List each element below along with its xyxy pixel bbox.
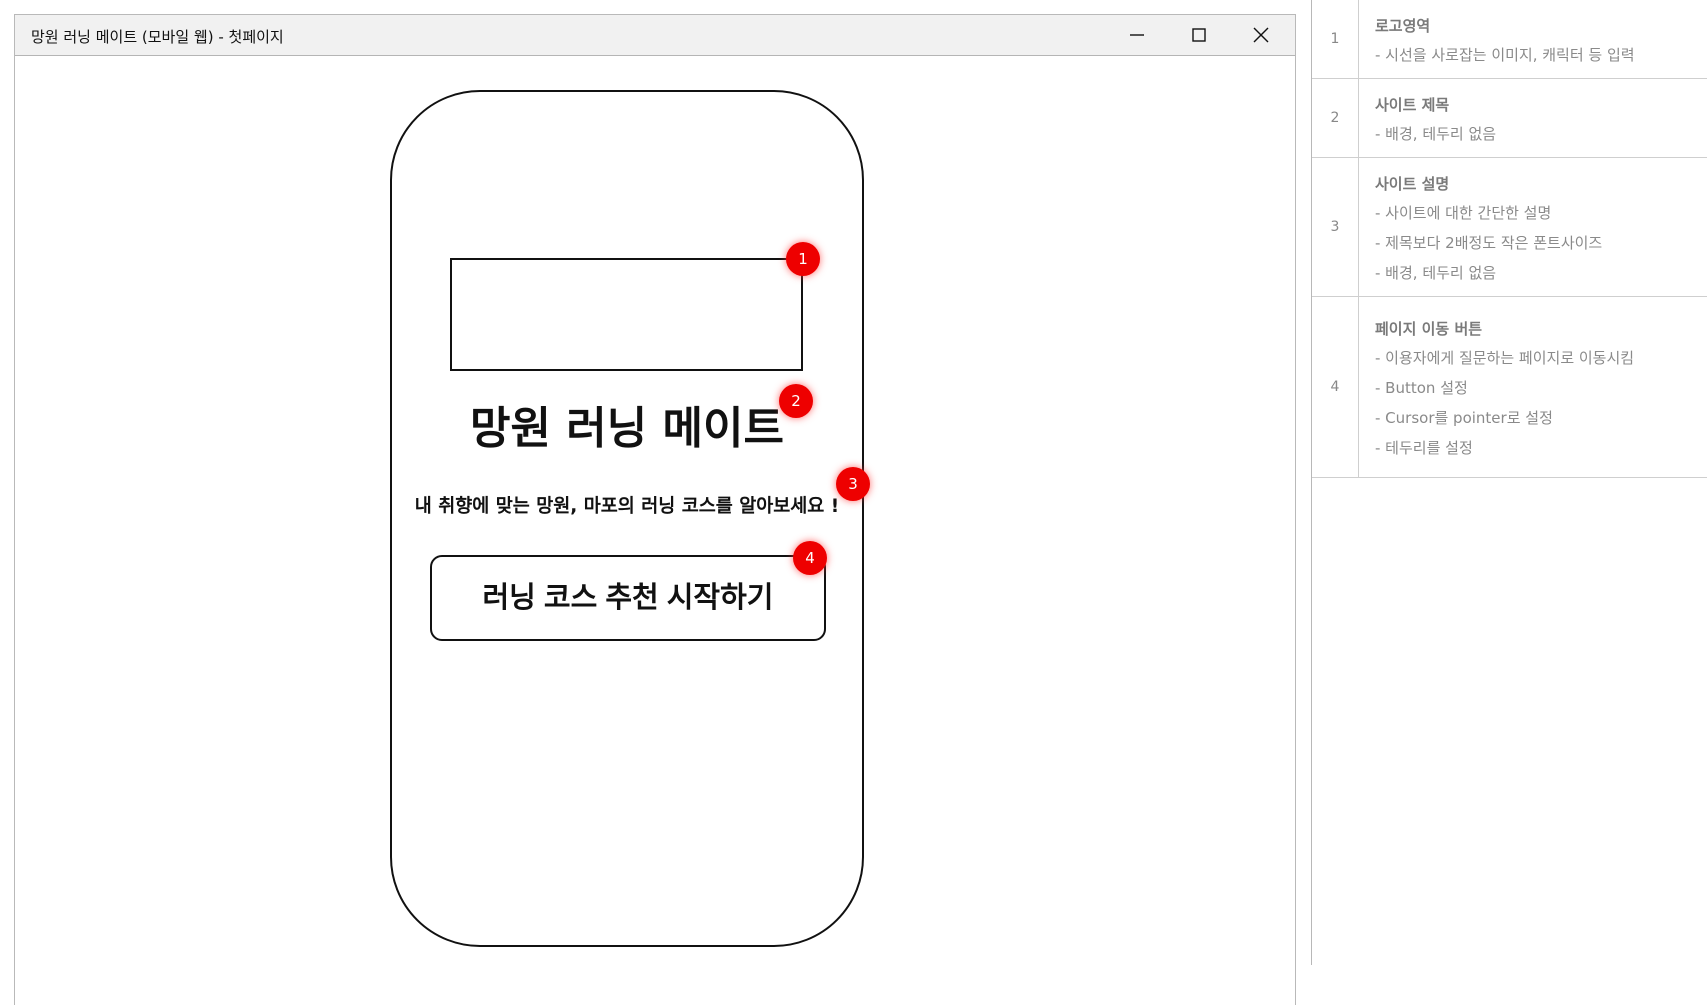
minimize-button[interactable] [1109, 15, 1165, 55]
annotation-description: 로고영역 - 시선을 사로잡는 이미지, 캐릭터 등 입력 [1358, 0, 1707, 79]
annotation-description: 사이트 설명 - 사이트에 대한 간단한 설명 - 제목보다 2배정도 작은 폰… [1358, 157, 1707, 297]
annotation-table: 1 로고영역 - 시선을 사로잡는 이미지, 캐릭터 등 입력 2 사이트 제목… [1312, 0, 1707, 478]
close-icon [1253, 27, 1269, 43]
annotation-title: 페이지 이동 버튼 [1375, 320, 1483, 338]
phone-frame [390, 90, 864, 947]
annotation-line: - 시선을 사로잡는 이미지, 캐릭터 등 입력 [1375, 46, 1635, 64]
maximize-button[interactable] [1171, 15, 1227, 55]
close-button[interactable] [1233, 15, 1289, 55]
minimize-icon [1130, 34, 1144, 36]
annotation-title: 로고영역 [1375, 17, 1431, 35]
annotation-number: 3 [1312, 157, 1359, 297]
start-course-button[interactable]: 러닝 코스 추천 시작하기 [430, 555, 826, 641]
annotation-row: 4 페이지 이동 버튼 - 이용자에게 질문하는 페이지로 이동시킴 - But… [1312, 296, 1707, 478]
screen: 망원 러닝 메이트 (모바일 웹) - 첫페이지 망원 러닝 메이트 내 취향에… [0, 0, 1707, 1005]
annotation-badge-3: 3 [836, 467, 870, 501]
annotation-title: 사이트 설명 [1375, 175, 1450, 193]
annotation-number: 1 [1312, 0, 1359, 79]
annotation-badge-1: 1 [786, 242, 820, 276]
annotation-row: 2 사이트 제목 - 배경, 테두리 없음 [1312, 78, 1707, 158]
window-title: 망원 러닝 메이트 (모바일 웹) - 첫페이지 [31, 28, 284, 46]
annotation-title: 사이트 제목 [1375, 96, 1450, 114]
annotation-badge-2: 2 [779, 384, 813, 418]
annotation-description: 사이트 제목 - 배경, 테두리 없음 [1358, 78, 1707, 158]
maximize-icon [1192, 28, 1206, 42]
annotation-line: - Button 설정 [1375, 379, 1468, 397]
annotation-line: - 배경, 테두리 없음 [1375, 264, 1497, 282]
annotation-row: 1 로고영역 - 시선을 사로잡는 이미지, 캐릭터 등 입력 [1312, 0, 1707, 79]
annotation-line: - 배경, 테두리 없음 [1375, 125, 1497, 143]
title-bar: 망원 러닝 메이트 (모바일 웹) - 첫페이지 [15, 15, 1295, 56]
annotation-number: 2 [1312, 78, 1359, 158]
annotation-row: 3 사이트 설명 - 사이트에 대한 간단한 설명 - 제목보다 2배정도 작은… [1312, 157, 1707, 297]
annotation-number: 4 [1312, 296, 1359, 478]
annotation-line: - 테두리를 설정 [1375, 439, 1473, 457]
annotation-line: - 제목보다 2배정도 작은 폰트사이즈 [1375, 234, 1603, 252]
logo-area [450, 258, 803, 371]
annotation-line: - 이용자에게 질문하는 페이지로 이동시킴 [1375, 349, 1635, 367]
annotation-description: 페이지 이동 버튼 - 이용자에게 질문하는 페이지로 이동시킴 - Butto… [1358, 296, 1707, 478]
annotation-line: - 사이트에 대한 간단한 설명 [1375, 204, 1552, 222]
annotation-badge-4: 4 [793, 541, 827, 575]
site-description: 내 취향에 맞는 망원, 마포의 러닝 코스를 알아보세요 ! [414, 496, 840, 517]
annotation-line: - Cursor를 pointer로 설정 [1375, 409, 1553, 427]
